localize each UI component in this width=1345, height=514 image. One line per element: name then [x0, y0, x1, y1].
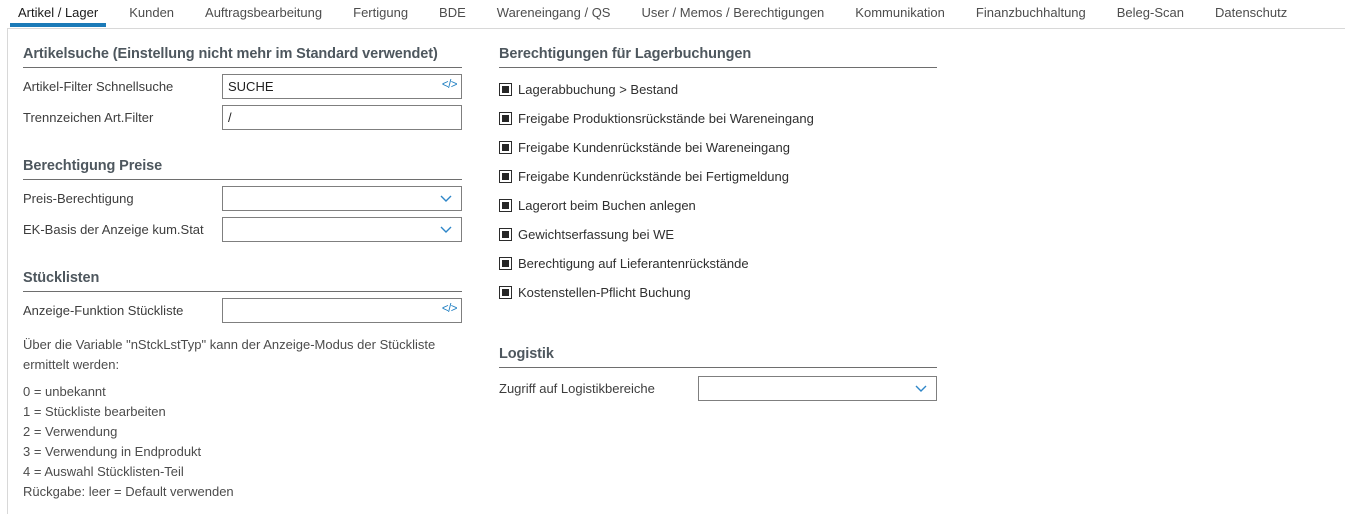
checkbox-row-freigabe-kundenrueckstaende-fertigmeldung[interactable]: Freigabe Kundenrückstände bei Fertigmeld… — [499, 168, 937, 184]
checkbox-filled-icon[interactable] — [499, 83, 512, 96]
trennzeichen-input[interactable] — [222, 105, 462, 130]
schnellsuche-input[interactable] — [222, 74, 462, 99]
field-anzeige-funktion: Anzeige-Funktion Stückliste </> — [23, 298, 462, 323]
tab-bar: Artikel / Lager Kunden Auftragsbearbeitu… — [0, 0, 1345, 28]
chevron-down-icon — [440, 226, 452, 233]
field-preis-berechtigung: Preis-Berechtigung — [23, 186, 462, 211]
checkbox-row-freigabe-produktionsrueckstaende[interactable]: Freigabe Produktionsrückstände bei Waren… — [499, 110, 937, 126]
settings-panel: Artikelsuche (Einstellung nicht mehr im … — [7, 28, 1345, 514]
checkbox-filled-icon[interactable] — [499, 112, 512, 125]
checkbox-label: Gewichtserfassung bei WE — [518, 227, 674, 242]
list-item: 3 = Verwendung in Endprodukt — [23, 442, 462, 462]
field-label: EK-Basis der Anzeige kum.Stat — [23, 222, 222, 237]
checkbox-row-kostenstellen-pflicht[interactable]: Kostenstellen-Pflicht Buchung — [499, 284, 937, 300]
tab-kunden[interactable]: Kunden — [121, 0, 182, 28]
tab-bde[interactable]: BDE — [431, 0, 474, 28]
logistikbereiche-select[interactable] — [698, 376, 937, 401]
field-label: Preis-Berechtigung — [23, 191, 222, 206]
checkbox-label: Kostenstellen-Pflicht Buchung — [518, 285, 691, 300]
list-item: 0 = unbekannt — [23, 382, 462, 402]
tab-user-memos-berechtigungen[interactable]: User / Memos / Berechtigungen — [633, 0, 832, 28]
checkbox-row-berechtigung-lieferantenrueckstaende[interactable]: Berechtigung auf Lieferantenrückstände — [499, 255, 937, 271]
right-column: Berechtigungen für Lagerbuchungen Lagera… — [499, 29, 937, 401]
field-ek-basis: EK-Basis der Anzeige kum.Stat — [23, 217, 462, 242]
checkbox-row-lagerort-anlegen[interactable]: Lagerort beim Buchen anlegen — [499, 197, 937, 213]
tab-finanzbuchhaltung[interactable]: Finanzbuchhaltung — [968, 0, 1094, 28]
chevron-down-icon — [440, 195, 452, 202]
checkbox-label: Lagerabbuchung > Bestand — [518, 82, 678, 97]
tab-auftragsbearbeitung[interactable]: Auftragsbearbeitung — [197, 0, 330, 28]
field-trennzeichen: Trennzeichen Art.Filter — [23, 105, 462, 130]
tab-artikel-lager[interactable]: Artikel / Lager — [10, 0, 106, 28]
checkbox-label: Freigabe Kundenrückstände bei Wareneinga… — [518, 140, 790, 155]
checkbox-filled-icon[interactable] — [499, 199, 512, 212]
checkbox-row-freigabe-kundenrueckstaende-we[interactable]: Freigabe Kundenrückstände bei Wareneinga… — [499, 139, 937, 155]
stueckliste-note: Über die Variable "nStckLstTyp" kann der… — [23, 335, 461, 375]
tab-datenschutz[interactable]: Datenschutz — [1207, 0, 1295, 28]
stueckliste-type-list: 0 = unbekannt 1 = Stückliste bearbeiten … — [23, 382, 462, 502]
tab-beleg-scan[interactable]: Beleg-Scan — [1109, 0, 1192, 28]
section-title-artikelsuche: Artikelsuche (Einstellung nicht mehr im … — [23, 46, 462, 68]
section-title-lagerbuchungen: Berechtigungen für Lagerbuchungen — [499, 46, 937, 68]
section-title-logistik: Logistik — [499, 346, 937, 368]
checkbox-filled-icon[interactable] — [499, 257, 512, 270]
field-zugriff-logistikbereiche: Zugriff auf Logistikbereiche — [499, 376, 937, 401]
list-item: 2 = Verwendung — [23, 422, 462, 442]
checkbox-label: Freigabe Kundenrückstände bei Fertigmeld… — [518, 169, 789, 184]
checkbox-filled-icon[interactable] — [499, 228, 512, 241]
checkbox-row-lagerabbuchung[interactable]: Lagerabbuchung > Bestand — [499, 81, 937, 97]
ek-basis-select[interactable] — [222, 217, 462, 242]
checkbox-filled-icon[interactable] — [499, 286, 512, 299]
checkbox-label: Freigabe Produktionsrückstände bei Waren… — [518, 111, 814, 126]
field-label: Zugriff auf Logistikbereiche — [499, 381, 698, 396]
checkbox-filled-icon[interactable] — [499, 170, 512, 183]
code-icon[interactable]: </> — [442, 303, 457, 315]
checkbox-row-gewichtserfassung[interactable]: Gewichtserfassung bei WE — [499, 226, 937, 242]
section-title-berechtigung-preise: Berechtigung Preise — [23, 158, 462, 180]
field-label: Artikel-Filter Schnellsuche — [23, 79, 222, 94]
field-artikel-filter-schnellsuche: Artikel-Filter Schnellsuche </> — [23, 74, 462, 99]
section-title-stuecklisten: Stücklisten — [23, 270, 462, 292]
list-item: 1 = Stückliste bearbeiten — [23, 402, 462, 422]
list-item: 4 = Auswahl Stücklisten-Teil — [23, 462, 462, 482]
checkbox-filled-icon[interactable] — [499, 141, 512, 154]
field-label: Anzeige-Funktion Stückliste — [23, 303, 222, 318]
chevron-down-icon — [915, 385, 927, 392]
list-item: Rückgabe: leer = Default verwenden — [23, 482, 462, 502]
tab-wareneingang-qs[interactable]: Wareneingang / QS — [489, 0, 619, 28]
field-label: Trennzeichen Art.Filter — [23, 110, 222, 125]
tab-kommunikation[interactable]: Kommunikation — [847, 0, 953, 28]
preis-berechtigung-select[interactable] — [222, 186, 462, 211]
code-icon[interactable]: </> — [442, 79, 457, 91]
anzeige-funktion-input[interactable] — [222, 298, 462, 323]
left-column: Artikelsuche (Einstellung nicht mehr im … — [23, 29, 462, 502]
checkbox-label: Lagerort beim Buchen anlegen — [518, 198, 696, 213]
checkbox-label: Berechtigung auf Lieferantenrückstände — [518, 256, 749, 271]
tab-fertigung[interactable]: Fertigung — [345, 0, 416, 28]
